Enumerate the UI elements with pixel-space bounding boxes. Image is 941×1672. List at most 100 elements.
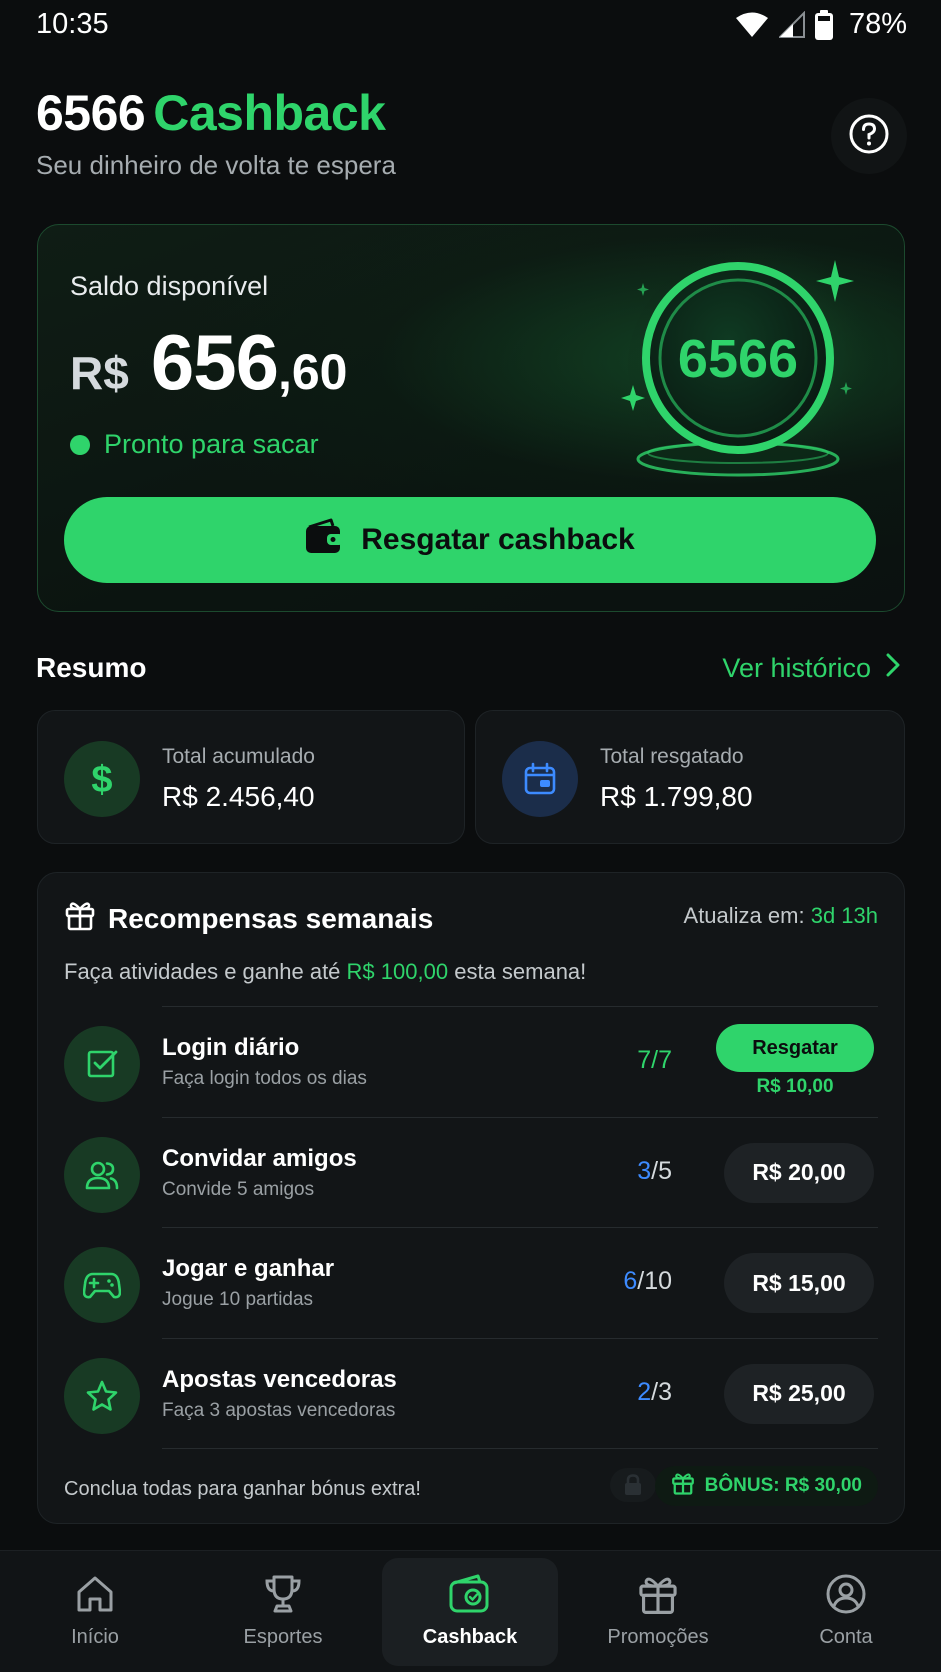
nav-label: Cashback [422, 1626, 518, 1648]
ready-status: Pronto para sacar [70, 429, 319, 460]
cashback-coin-illustration: 6566 [618, 245, 888, 495]
bonus-label: BÔNUS: R$ 30,00 [704, 1475, 862, 1496]
status-icons: 78% [735, 8, 907, 41]
task-title: Apostas vencedoras [162, 1365, 397, 1393]
task-progress: 7/7 [637, 1046, 672, 1074]
task-subtitle: Faça login todos os dias [162, 1068, 367, 1089]
desc-suffix: esta semana! [454, 959, 587, 984]
task-subtitle: Convide 5 amigos [162, 1178, 315, 1200]
progress-total: 5 [658, 1156, 672, 1185]
total-accumulated-card: $ Total acumulado R$ 2.456,40 [37, 710, 465, 844]
task-row-daily-login: Login diário Faça login todos os dias 7/… [38, 1006, 904, 1117]
total-redeemed-card: Total resgatado R$ 1.799,80 [475, 710, 905, 844]
trophy-icon [262, 1572, 304, 1616]
reward-pill: R$ 20,00 [724, 1142, 874, 1203]
weekly-refresh: Atualiza em: 3d 13h [684, 903, 878, 929]
progress-done: 2 [637, 1377, 652, 1406]
stat-label: Total acumulado [162, 745, 315, 768]
nav-label: Início [71, 1626, 119, 1648]
ready-status-label: Pronto para sacar [104, 429, 319, 459]
progress-total: 3 [658, 1377, 672, 1406]
nav-label: Esportes [243, 1626, 323, 1648]
nav-item-cashback[interactable]: Cashback [382, 1550, 558, 1672]
summary-title: Resumo [36, 652, 147, 683]
user-circle-icon [825, 1572, 867, 1616]
task-title: Convidar amigos [162, 1144, 357, 1172]
check-square-icon [64, 1026, 140, 1102]
balance-currency: R$ [70, 347, 129, 399]
signal-icon [778, 10, 805, 39]
stat-label: Total resgatado [600, 745, 744, 768]
task-progress: 2/3 [637, 1377, 672, 1406]
gamepad-icon [64, 1247, 140, 1323]
reward-pill: R$ 25,00 [724, 1363, 874, 1424]
progress-total: 7 [658, 1046, 672, 1074]
progress-done: 7 [637, 1046, 652, 1074]
svg-text:$: $ [91, 759, 112, 799]
task-progress: 6/10 [623, 1267, 672, 1295]
nav-item-inicio[interactable]: Início [7, 1550, 183, 1672]
balance-integer: 656 [150, 318, 279, 406]
gift-icon [637, 1572, 679, 1616]
reward-pill: R$ 15,00 [724, 1253, 874, 1313]
redeem-cashback-button[interactable]: Resgatar cashback [64, 497, 876, 583]
balance-label: Saldo disponível [70, 271, 269, 301]
footer-text: Conclua todas para ganhar bónus extra! [64, 1478, 421, 1500]
balance-card: Saldo disponível R$ 656 ,60 Pronto para … [37, 224, 905, 612]
chevron-right-icon [885, 652, 901, 685]
weekly-rewards-title-text: Recompensas semanais [108, 902, 434, 934]
gift-icon [64, 899, 96, 938]
task-list: Login diário Faça login todos os dias 7/… [38, 1006, 904, 1448]
progress-done: 6 [623, 1267, 638, 1295]
weekly-rewards-title: Recompensas semanais [64, 899, 433, 938]
calendar-wallet-icon [502, 741, 578, 817]
desc-amount: R$ 100,00 [346, 959, 449, 984]
dollar-icon: $ [64, 741, 140, 817]
nav-item-esportes[interactable]: Esportes [195, 1550, 371, 1672]
refresh-label: Atualiza em: [683, 903, 805, 928]
balance-amount: R$ 656 ,60 [70, 317, 347, 408]
help-button[interactable] [831, 98, 907, 174]
weekly-footer: Conclua todas para ganhar bónus extra! B… [38, 1448, 904, 1524]
page-title: 6566 Cashback [36, 84, 386, 142]
claim-amount: R$ 10,00 [756, 1076, 834, 1097]
redeem-cashback-label: Resgatar cashback [361, 523, 635, 556]
cashback-wallet-icon [448, 1572, 492, 1616]
progress-done: 3 [637, 1156, 652, 1185]
task-progress: 3/5 [637, 1156, 672, 1185]
lock-icon [610, 1468, 656, 1502]
nav-item-conta[interactable]: Conta [758, 1550, 934, 1672]
desc-prefix: Faça atividades e ganhe até [64, 959, 341, 984]
bonus-badge: BÔNUS: R$ 30,00 [654, 1466, 878, 1506]
nav-item-promocoes[interactable]: Promoções [570, 1550, 746, 1672]
nav-label: Conta [819, 1626, 873, 1648]
task-title: Jogar e ganhar [162, 1255, 335, 1282]
task-row-play-and-win: Jogar e ganhar Jogue 10 partidas 6/10 R$… [38, 1227, 904, 1338]
gift-icon [671, 1471, 695, 1501]
battery-percent: 78% [848, 8, 907, 40]
refresh-time: 3d 13h [810, 903, 878, 928]
wallet-icon [305, 518, 344, 562]
weekly-description: Faça atividades e ganhe até R$ 100,00 es… [64, 959, 586, 985]
star-icon [64, 1357, 140, 1434]
title-accent: Cashback [153, 85, 386, 141]
claim-button[interactable]: Resgatar [716, 1024, 874, 1072]
battery-icon [814, 9, 833, 40]
task-subtitle: Jogue 10 partidas [162, 1289, 314, 1310]
brand-name: 6566 [36, 85, 146, 141]
coin-text: 6566 [678, 329, 798, 389]
task-subtitle: Faça 3 apostas vencedoras [162, 1399, 396, 1421]
help-circle-icon [848, 113, 890, 160]
task-row-invite-friends: Convidar amigos Convide 5 amigos 3/5 R$ … [38, 1116, 904, 1228]
status-bar: 10:35 78% [0, 0, 941, 50]
status-time: 10:35 [36, 8, 109, 40]
stat-value: R$ 2.456,40 [162, 781, 315, 812]
task-title: Login diário [162, 1034, 300, 1061]
home-icon [74, 1572, 116, 1616]
users-icon [64, 1136, 140, 1213]
weekly-rewards-card: Recompensas semanais Atualiza em: 3d 13h… [37, 872, 905, 1524]
stat-value: R$ 1.799,80 [600, 781, 753, 812]
history-link-label: Ver histórico [722, 653, 871, 683]
history-link[interactable]: Ver histórico [722, 652, 901, 685]
status-dot [70, 434, 90, 455]
